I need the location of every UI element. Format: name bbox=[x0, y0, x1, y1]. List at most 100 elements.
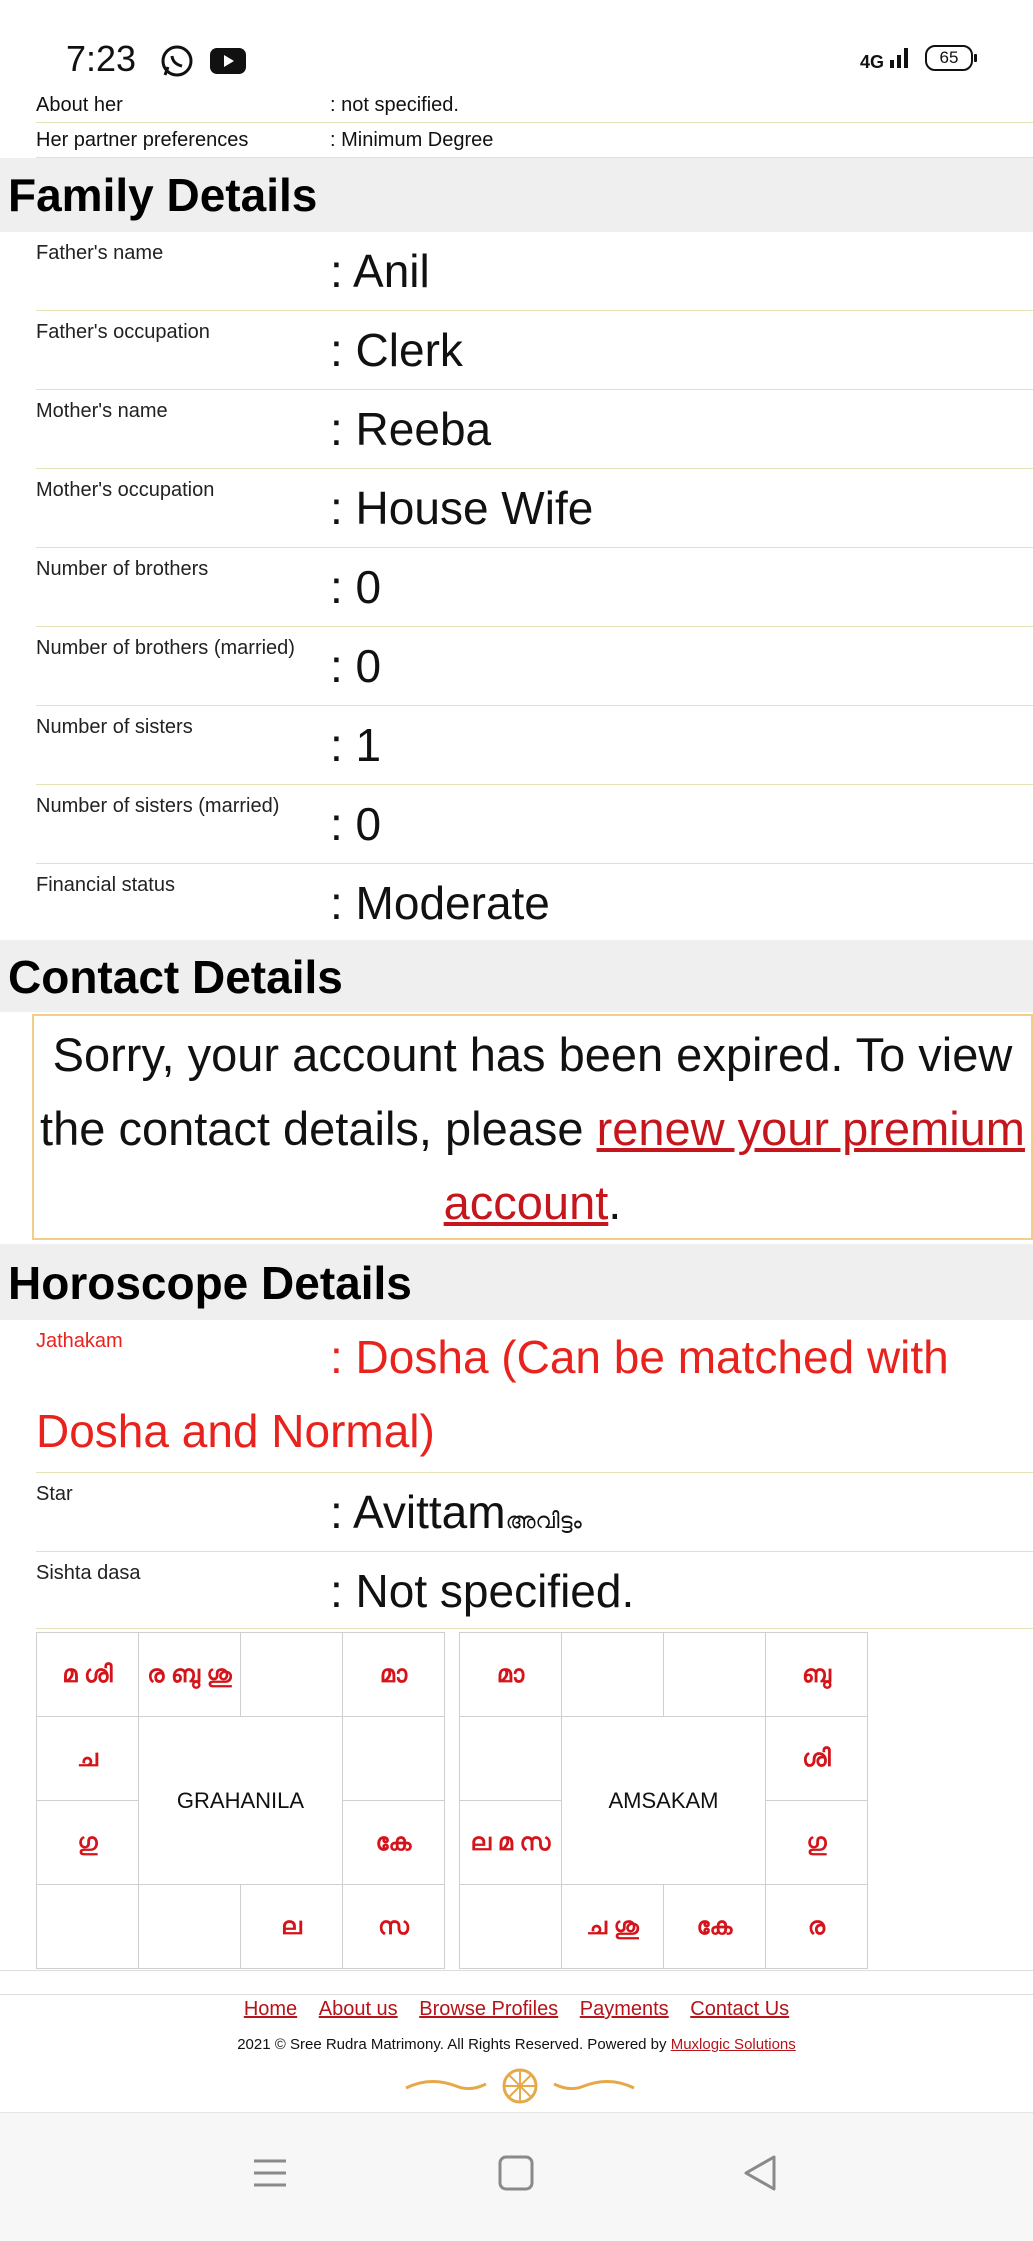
whatsapp-icon bbox=[160, 44, 194, 83]
grahanila-cell bbox=[138, 1884, 241, 1969]
brothers-married-label: Number of brothers (married) bbox=[36, 637, 295, 659]
grahanila-cell: ല bbox=[240, 1884, 343, 1969]
star-row: Star : Avittamഅവിട്ടം bbox=[36, 1473, 1033, 1552]
amsakam-chart: മാ ബു AMSAKAM ശി ല മ സ ഗു ച ശു കേ ര bbox=[459, 1632, 868, 1969]
amsakam-cell: ല മ സ bbox=[459, 1800, 562, 1885]
star-value-wrap: : Avittamഅവിട്ടം bbox=[330, 1485, 582, 1539]
sishta-dasa-row: Sishta dasa : Not specified. bbox=[36, 1552, 1033, 1629]
grahanila-cell: മാ bbox=[342, 1632, 445, 1717]
family-details-header: Family Details bbox=[0, 158, 1033, 232]
family-row: Number of brothers (married) : 0 bbox=[36, 627, 1033, 706]
star-label: Star bbox=[36, 1483, 73, 1505]
status-right: 4G 65 bbox=[860, 44, 977, 71]
sisters-married-value: : 0 bbox=[330, 798, 382, 850]
horoscope-details-header: Horoscope Details bbox=[0, 1244, 1033, 1320]
family-row: Father's occupation : Clerk bbox=[36, 311, 1033, 390]
mothers-name-label: Mother's name bbox=[36, 400, 168, 422]
jathakam-value-cont: Dosha and Normal) bbox=[36, 1405, 435, 1457]
sisters-value: : 1 bbox=[330, 719, 382, 771]
grahanila-cell: ര ബു ശു bbox=[138, 1632, 241, 1717]
amsakam-cell: കേ bbox=[663, 1884, 766, 1969]
grahanila-cell: ച bbox=[36, 1716, 139, 1801]
jathakam-value: : Dosha (Can be matched with bbox=[330, 1331, 949, 1383]
partner-preferences-row: Her partner preferences : Minimum Degree bbox=[36, 123, 1033, 158]
fathers-occupation-label: Father's occupation bbox=[36, 321, 210, 343]
amsakam-center-label: AMSAKAM bbox=[561, 1716, 766, 1885]
family-row: Number of brothers : 0 bbox=[36, 548, 1033, 627]
amsakam-cell: ര bbox=[765, 1884, 868, 1969]
back-icon[interactable] bbox=[740, 2153, 780, 2198]
jathakam-label: Jathakam bbox=[36, 1330, 123, 1352]
amsakam-cell: മാ bbox=[459, 1632, 562, 1717]
brothers-married-value: : 0 bbox=[330, 640, 382, 692]
signal-icon: 4G bbox=[860, 44, 911, 71]
footer-divider bbox=[0, 1970, 1033, 1971]
grahanila-cell bbox=[240, 1632, 343, 1717]
mothers-occupation-value: : House Wife bbox=[330, 482, 594, 534]
contact-details-title: Contact Details bbox=[8, 951, 343, 1003]
footer-link-browse-profiles[interactable]: Browse Profiles bbox=[419, 1998, 558, 2020]
grahanila-cell: കേ bbox=[342, 1800, 445, 1885]
menu-icon[interactable] bbox=[250, 2153, 290, 2198]
family-details-title: Family Details bbox=[8, 169, 318, 221]
partner-preferences-label: Her partner preferences bbox=[36, 129, 249, 151]
mothers-occupation-label: Mother's occupation bbox=[36, 479, 215, 501]
powered-by-link[interactable]: Muxlogic Solutions bbox=[671, 2036, 796, 2053]
family-row: Father's name : Anil bbox=[36, 232, 1033, 311]
grahanila-cell bbox=[342, 1716, 445, 1801]
amsakam-cell bbox=[459, 1884, 562, 1969]
horoscope-details-title: Horoscope Details bbox=[8, 1257, 412, 1309]
mothers-name-value: : Reeba bbox=[330, 403, 492, 455]
grahanila-center-label: GRAHANILA bbox=[138, 1716, 343, 1885]
grahanila-cell bbox=[36, 1884, 139, 1969]
financial-status-value: : Moderate bbox=[330, 877, 550, 929]
expired-account-notice: Sorry, your account has been expired. To… bbox=[32, 1014, 1033, 1240]
grahanila-cell: ഗു bbox=[36, 1800, 139, 1885]
status-time: 7:23 bbox=[66, 38, 137, 79]
family-row: Number of sisters : 1 bbox=[36, 706, 1033, 785]
footer-link-about[interactable]: About us bbox=[319, 1998, 398, 2020]
contact-details-header: Contact Details bbox=[0, 940, 1033, 1012]
amsakam-cell: ശി bbox=[765, 1716, 868, 1801]
android-nav-bar bbox=[0, 2112, 1033, 2241]
youtube-icon bbox=[210, 48, 246, 79]
fathers-name-label: Father's name bbox=[36, 242, 164, 264]
footer-ornament-icon bbox=[405, 2068, 635, 2104]
sishta-dasa-label: Sishta dasa bbox=[36, 1562, 141, 1584]
star-malayalam: അവിട്ടം bbox=[505, 1508, 582, 1533]
footer-links: Home About us Browse Profiles Payments C… bbox=[0, 1998, 1033, 2021]
about-her-row: About her : not specified. bbox=[36, 88, 1033, 123]
battery-icon: 65 bbox=[925, 44, 977, 71]
amsakam-cell: ച ശു bbox=[561, 1884, 664, 1969]
financial-status-label: Financial status bbox=[36, 874, 175, 896]
amsakam-cell bbox=[561, 1632, 664, 1717]
sishta-dasa-value: : Not specified. bbox=[330, 1565, 635, 1617]
footer-link-home[interactable]: Home bbox=[244, 1998, 297, 2020]
amsakam-cell: ഗു bbox=[765, 1800, 868, 1885]
grahanila-cell: സ bbox=[342, 1884, 445, 1969]
jathakam-row: Jathakam : Dosha (Can be matched with Do… bbox=[36, 1320, 1033, 1473]
footer-link-contact[interactable]: Contact Us bbox=[690, 1998, 789, 2020]
partner-preferences-value: : Minimum Degree bbox=[330, 129, 494, 151]
amsakam-cell bbox=[459, 1716, 562, 1801]
amsakam-cell: ബു bbox=[765, 1632, 868, 1717]
footer-link-payments[interactable]: Payments bbox=[580, 1998, 669, 2020]
brothers-label: Number of brothers bbox=[36, 558, 209, 580]
grahanila-cell: മ ശി bbox=[36, 1632, 139, 1717]
amsakam-cell bbox=[663, 1632, 766, 1717]
grahanila-chart: മ ശി ര ബു ശു മാ ച GRAHANILA ഗു കേ ല സ bbox=[36, 1632, 445, 1969]
status-bar: 7:23 4G 65 bbox=[0, 0, 1033, 92]
about-her-label: About her bbox=[36, 94, 123, 116]
star-value: : Avittam bbox=[330, 1486, 506, 1538]
fathers-name-value: : Anil bbox=[330, 245, 430, 297]
family-row: Number of sisters (married) : 0 bbox=[36, 785, 1033, 864]
home-square-icon[interactable] bbox=[496, 2153, 536, 2198]
sisters-married-label: Number of sisters (married) bbox=[36, 795, 280, 817]
family-row: Mother's name : Reeba bbox=[36, 390, 1033, 469]
family-row: Mother's occupation : House Wife bbox=[36, 469, 1033, 548]
copyright-text: 2021 © Sree Rudra Matrimony. All Rights … bbox=[237, 2036, 667, 2053]
copyright: 2021 © Sree Rudra Matrimony. All Rights … bbox=[0, 2036, 1033, 2053]
fathers-occupation-value: : Clerk bbox=[330, 324, 463, 376]
brothers-value: : 0 bbox=[330, 561, 382, 613]
footer-divider bbox=[0, 1994, 1033, 1995]
